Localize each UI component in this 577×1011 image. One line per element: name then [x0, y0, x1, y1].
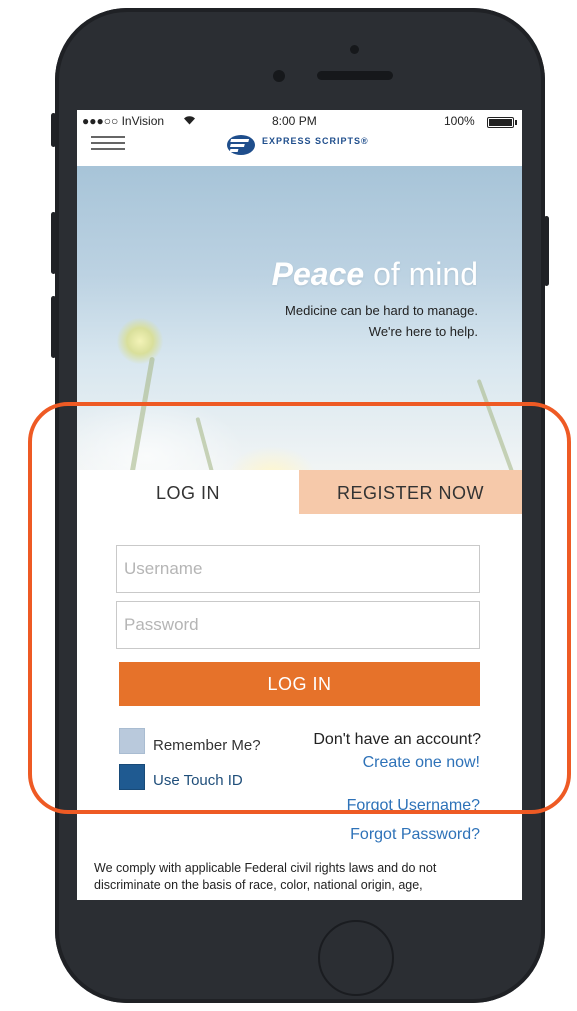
touch-id-checkbox[interactable] — [119, 764, 145, 790]
tab-log-in[interactable]: LOG IN — [77, 470, 299, 514]
power-button — [544, 216, 549, 286]
account-question: Don't have an account? — [313, 731, 481, 748]
forgot-password-link[interactable]: Forgot Password? — [350, 826, 480, 844]
password-input[interactable] — [116, 601, 480, 649]
forgot-username-link[interactable]: Forgot Username? — [347, 797, 480, 815]
phone-screen: ●●●○○ InVision 8:00 PM 100% EXPRESS SCRI… — [77, 110, 522, 900]
username-input[interactable] — [116, 545, 480, 593]
volume-down-button — [51, 296, 56, 358]
flower-blur — [117, 318, 163, 364]
battery-percent: 100% — [444, 114, 475, 128]
brand-name: EXPRESS SCRIPTS® — [262, 136, 369, 146]
create-account-link[interactable]: Create one now! — [363, 754, 480, 772]
express-scripts-logo-icon — [227, 135, 255, 155]
home-button[interactable] — [318, 920, 394, 996]
hero-title: Peace of mind — [271, 256, 478, 292]
volume-up-button — [51, 212, 56, 274]
carrier-label: ●●●○○ InVision — [82, 114, 165, 128]
proximity-sensor — [350, 45, 359, 54]
mute-switch — [51, 113, 56, 147]
legal-notice: We comply with applicable Federal civil … — [94, 861, 437, 892]
login-button[interactable]: LOG IN — [119, 662, 480, 706]
status-bar: ●●●○○ InVision 8:00 PM 100% — [77, 110, 522, 130]
earpiece-speaker — [317, 71, 393, 80]
battery-icon — [487, 117, 517, 128]
remember-me-checkbox[interactable] — [119, 728, 145, 754]
front-camera — [273, 70, 285, 82]
remember-me-label: Remember Me? — [153, 737, 261, 754]
touch-id-label: Use Touch ID — [153, 772, 243, 789]
hamburger-menu-icon[interactable] — [91, 134, 125, 150]
hero-banner: Peace of mind Medicine can be hard to ma… — [77, 166, 522, 476]
tab-register-now[interactable]: REGISTER NOW — [299, 470, 522, 514]
status-time: 8:00 PM — [272, 114, 317, 128]
wifi-icon — [184, 116, 195, 125]
hero-subtitle: Medicine can be hard to manage. We're he… — [285, 303, 478, 339]
